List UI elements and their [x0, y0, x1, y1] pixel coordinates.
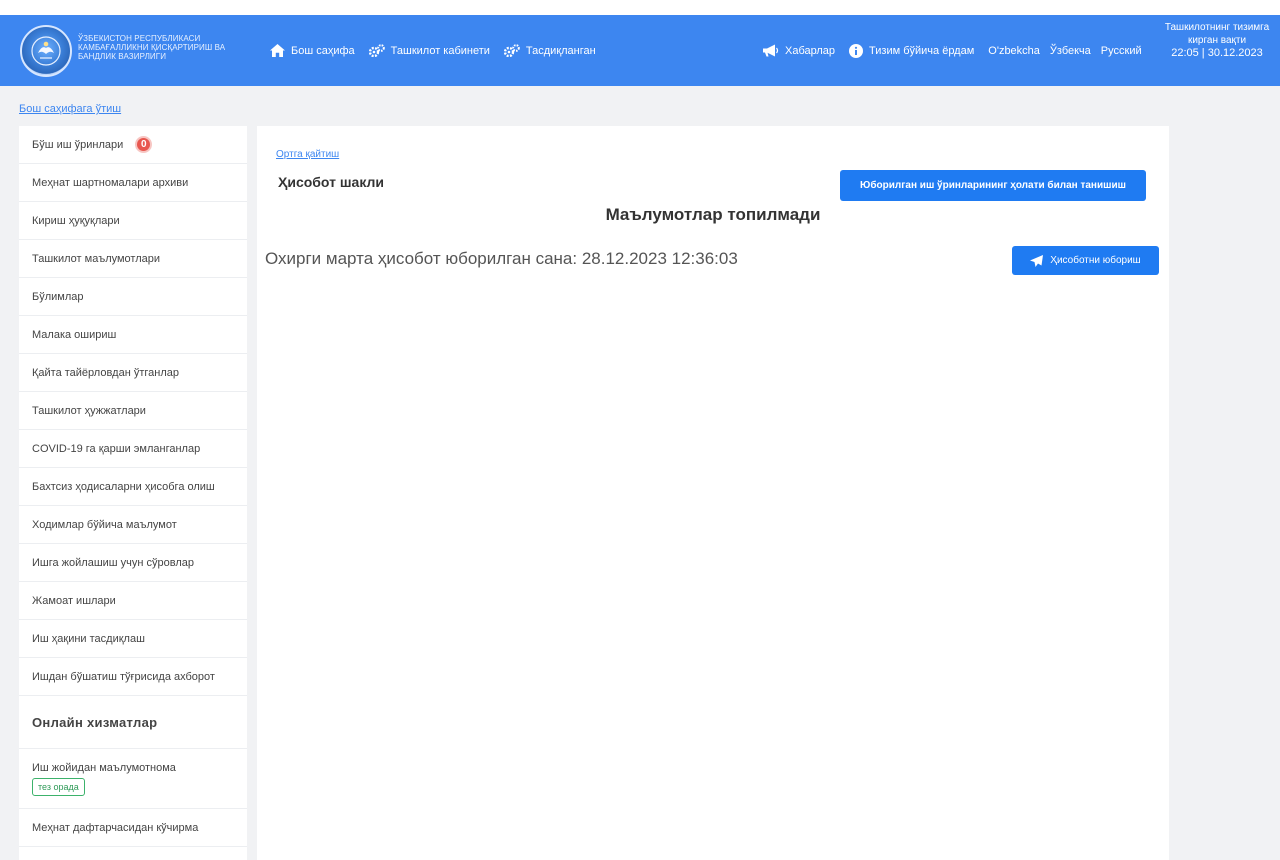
sidebar-item-label: Жамоат ишлари [32, 594, 116, 607]
gears-icon [503, 44, 520, 57]
nav-home-label: Бош саҳифа [291, 44, 355, 57]
vacancies-count-badge: 0 [135, 136, 153, 153]
sidebar-item-label: Меҳнат дафтарчасидан кўчирма [32, 821, 199, 834]
sidebar-item-label: Ташкилот маълумотлари [32, 252, 161, 265]
sidebar-item-covid-vaccinated[interactable]: COVID-19 га қарши эмланганлар [19, 430, 247, 468]
sidebar-item-workbook-extract[interactable]: Меҳнат дафтарчасидан кўчирма [19, 809, 247, 847]
sidebar-item-org-info[interactable]: Ташкилот маълумотлари [19, 240, 247, 278]
nav-help-label: Тизим бўйича ёрдам [869, 44, 975, 57]
sidebar-item-label: Иш ҳақини тасдиқлаш [32, 632, 145, 645]
sidebar-item-employees-info[interactable]: Ходимлар бўйича маълумот [19, 506, 247, 544]
sidebar-item-work-certificate[interactable]: Иш жойидан маълумотнома тез орада [19, 749, 247, 809]
nav-approved[interactable]: Тасдиқланган [503, 44, 596, 57]
coming-soon-badge: тез орада [32, 777, 85, 796]
login-time-label: Ташкилотнинг тизимга кирган вақти [1164, 22, 1270, 46]
nav-news[interactable]: Хабарлар [762, 44, 835, 57]
nav-news-label: Хабарлар [785, 44, 836, 57]
sidebar-item-label: Меҳнат шартномалари архиви [32, 176, 189, 189]
sidebar-item-departments[interactable]: Бўлимлар [19, 278, 247, 316]
no-data-message: Маълумотлар топилмади [605, 205, 821, 224]
sidebar-item-label: Ташкилот ҳужжатлари [32, 404, 146, 417]
sidebar-item-public-works[interactable]: Жамоат ишлари [19, 582, 247, 620]
send-report-button[interactable]: Ҳисоботни юбориш [1012, 246, 1159, 275]
send-report-label: Ҳисоботни юбориш [1050, 255, 1141, 266]
top-strip [0, 0, 1280, 15]
lang-russian[interactable]: Русский [1101, 45, 1142, 57]
sidebar-item-label: Кириш ҳуқуқлари [32, 214, 120, 227]
header: ЎЗБЕКИСТОН РЕСПУБЛИКАСИ КАМБАҒАЛЛИКНИ ҚИ… [0, 15, 1280, 86]
last-report-date: Охирги марта ҳисобот юборилган сана: 28.… [265, 249, 738, 268]
gears-icon [368, 44, 385, 57]
view-vacancy-status-button[interactable]: Юборилган иш ўринларининг ҳолати билан т… [840, 170, 1146, 201]
login-time-value: 22:05 | 30.12.2023 [1171, 47, 1263, 59]
sidebar-item-label: Ишдан бўшатиш тўғрисида ахборот [32, 670, 215, 683]
sidebar-item-label: Иш жойидан маълумотнома [32, 761, 176, 774]
sidebar-item-dismissal-info[interactable]: Ишдан бўшатиш тўғрисида ахборот [19, 658, 247, 696]
lang-uz-latin[interactable]: O'zbekcha [988, 45, 1040, 57]
sidebar-item-label: Ходимлар бўйича маълумот [32, 518, 177, 531]
login-time: Ташкилотнинг тизимга кирган вақти 22:05 … [1162, 21, 1272, 60]
sidebar-item-contracts-archive[interactable]: Меҳнат шартномалари архиви [19, 164, 247, 202]
form-title: Ҳисобот шакли [278, 174, 385, 190]
paper-plane-icon [1030, 254, 1044, 267]
sidebar-item-training[interactable]: Малака ошириш [19, 316, 247, 354]
sidebar-item-label: Бўш иш ўринлари [32, 138, 124, 151]
online-services-heading: Онлайн хизматлар [19, 696, 247, 749]
nav-help[interactable]: Тизим бўйича ёрдам [849, 43, 975, 58]
sidebar: Бўш иш ўринлари 0 Меҳнат шартномалари ар… [19, 126, 247, 860]
sidebar-item-salary-approval[interactable]: Иш ҳақини тасдиқлаш [19, 620, 247, 658]
sidebar-item-label: Бахтсиз ҳодисаларни ҳисобга олиш [32, 480, 215, 493]
sidebar-item-accidents[interactable]: Бахтсиз ҳодисаларни ҳисобга олиш [19, 468, 247, 506]
sidebar-item-job-requests[interactable]: Ишга жойлашиш учун сўровлар [19, 544, 247, 582]
sidebar-item-label: Малака ошириш [32, 328, 117, 341]
back-to-home-link[interactable]: Бош саҳифага ўтиш [19, 103, 121, 115]
sidebar-item-retrained[interactable]: Қайта тайёрловдан ўтганлар [19, 354, 247, 392]
home-icon [270, 44, 285, 57]
sidebar-item-access-rights[interactable]: Кириш ҳуқуқлари [19, 202, 247, 240]
sidebar-item-label: COVID-19 га қарши эмланганлар [32, 442, 201, 455]
back-link[interactable]: Ортга қайтиш [276, 149, 339, 160]
sidebar-item-org-documents[interactable]: Ташкилот ҳужжатлари [19, 392, 247, 430]
ministry-emblem-logo[interactable] [20, 25, 72, 77]
main-panel: Ортга қайтиш Ҳисобот шакли Юборилган иш … [257, 126, 1169, 860]
main-nav: Бош саҳифа Ташкилот кабинети Тасдиқланга… [270, 15, 610, 86]
sidebar-item-vacancies[interactable]: Бўш иш ўринлари 0 [19, 126, 247, 164]
nav-org-cabinet[interactable]: Ташкилот кабинети [368, 44, 490, 57]
sidebar-item-label: Бўлимлар [32, 290, 84, 303]
nav-approved-label: Тасдиқланган [525, 44, 596, 57]
info-icon [849, 43, 864, 58]
secondary-nav: Хабарлар Тизим бўйича ёрдам O'zbekcha Ўз… [762, 15, 1142, 86]
sidebar-item-label: Ишга жойлашиш учун сўровлар [32, 556, 195, 569]
nav-home[interactable]: Бош саҳифа [270, 44, 355, 57]
nav-org-cabinet-label: Ташкилот кабинети [390, 44, 490, 57]
sidebar-item-label: Қайта тайёрловдан ўтганлар [32, 366, 179, 379]
lang-uz-cyrillic[interactable]: Ўзбекча [1050, 45, 1091, 57]
megaphone-icon [762, 44, 779, 57]
ministry-name: ЎЗБЕКИСТОН РЕСПУБЛИКАСИ КАМБАҒАЛЛИКНИ ҚИ… [78, 34, 226, 61]
emblem-bird-icon [31, 36, 61, 66]
